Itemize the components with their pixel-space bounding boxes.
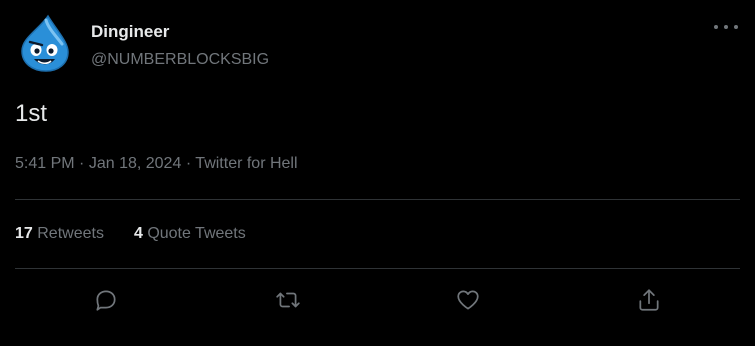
- display-name[interactable]: Dingineer: [91, 22, 169, 42]
- more-icon[interactable]: [714, 20, 738, 34]
- tweet-date[interactable]: Jan 18, 2024: [89, 155, 182, 172]
- like-button[interactable]: [452, 283, 484, 317]
- share-button[interactable]: [633, 283, 665, 317]
- tweet-text: 1st: [15, 100, 48, 127]
- user-handle[interactable]: @NUMBERBLOCKSBIG: [91, 51, 269, 69]
- quote-tweets-count: 4: [133, 225, 143, 242]
- more-dot: [724, 25, 728, 29]
- droplet-avatar-icon: [21, 14, 69, 72]
- retweets-stat[interactable]: 17 Retweets: [15, 225, 104, 243]
- divider: [15, 268, 740, 269]
- retweet-icon: [276, 292, 300, 308]
- avatar[interactable]: [18, 14, 70, 72]
- reply-icon: [96, 290, 116, 311]
- tweet-source[interactable]: Twitter for Hell: [195, 155, 297, 172]
- meta-separator: ·: [185, 155, 192, 172]
- share-icon: [639, 289, 659, 311]
- reply-button[interactable]: [90, 283, 122, 317]
- quote-tweets-label: Quote Tweets: [147, 225, 246, 242]
- tweet-meta: 5:41 PM · Jan 18, 2024 · Twitter for Hel…: [15, 155, 298, 173]
- more-dot: [714, 25, 718, 29]
- meta-separator: ·: [79, 155, 85, 172]
- tweet-time[interactable]: 5:41 PM: [15, 155, 75, 172]
- action-bar: [0, 283, 755, 317]
- tweet-stats: 17 Retweets 4 Quote Tweets: [15, 225, 246, 243]
- quote-tweets-stat[interactable]: 4 Quote Tweets: [134, 225, 246, 243]
- retweets-label: Retweets: [37, 225, 104, 242]
- retweets-count: 17: [15, 225, 33, 242]
- retweet-button[interactable]: [272, 283, 304, 317]
- like-icon: [457, 290, 479, 310]
- divider: [15, 199, 740, 200]
- more-dot: [734, 25, 738, 29]
